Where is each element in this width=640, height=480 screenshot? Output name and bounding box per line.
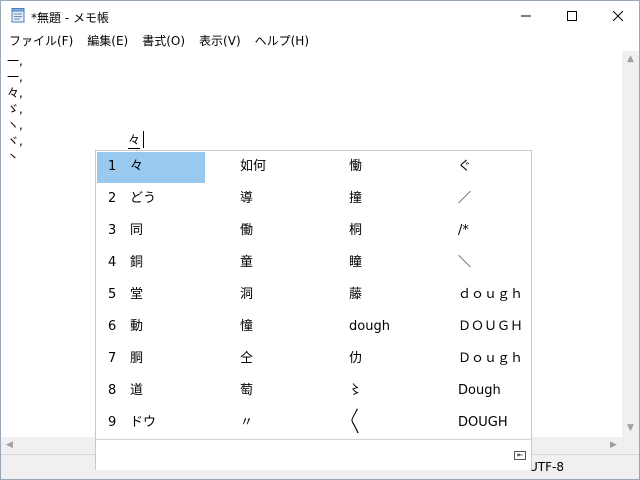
candidate-item[interactable]: 道	[130, 375, 143, 407]
editor-line: 丶	[7, 150, 20, 164]
maximize-button[interactable]	[549, 1, 595, 31]
candidate-item[interactable]: 銅	[130, 247, 143, 279]
editor-line: 一,	[7, 54, 23, 68]
candidate-item[interactable]: ぐ	[458, 151, 471, 183]
window-title: *無題 - メモ帳	[31, 11, 109, 25]
ime-candidate-window[interactable]: 1 2 3 4 5 6 7 8 9 々 どう 同 銅 堂 動 胴 道 ドウ 如何…	[95, 150, 532, 470]
candidate-item[interactable]: 同	[130, 215, 143, 247]
candidate-number: 3	[108, 223, 117, 238]
candidate-item[interactable]: 瞳	[349, 247, 362, 279]
candidate-item[interactable]: 憧	[240, 311, 253, 343]
candidate-item[interactable]: 慟	[349, 151, 362, 183]
candidate-item[interactable]: 仝	[240, 343, 253, 375]
candidate-item[interactable]: ｄｏｕｇｈ	[458, 279, 523, 311]
candidate-item[interactable]: 胴	[130, 343, 143, 375]
scroll-right-icon[interactable]: ▶	[605, 437, 622, 454]
encoding-label: UTF-8	[529, 460, 564, 474]
candidate-item[interactable]: 動	[130, 311, 143, 343]
editor-line: 々,	[7, 86, 23, 100]
candidate-item[interactable]: /*	[458, 215, 469, 247]
candidate-item[interactable]: 堂	[130, 279, 143, 311]
candidate-footer: ⇤	[96, 439, 531, 470]
menu-file[interactable]: ファイル(F)	[1, 31, 80, 51]
menu-help[interactable]: ヘルプ(H)	[248, 31, 316, 51]
close-button[interactable]	[595, 1, 640, 31]
candidate-item[interactable]: DOUGH	[458, 407, 508, 439]
menu-format[interactable]: 書式(O)	[135, 31, 192, 51]
candidate-item[interactable]: 働	[240, 215, 253, 247]
candidate-item[interactable]: 童	[240, 247, 253, 279]
menu-edit[interactable]: 編集(E)	[80, 31, 135, 51]
candidate-item[interactable]: 〃	[240, 407, 253, 439]
close-icon	[613, 11, 623, 21]
candidate-item[interactable]: 萄	[240, 375, 253, 407]
maximize-icon	[567, 11, 577, 21]
scroll-up-icon[interactable]: ▲	[622, 51, 639, 68]
notepad-window: *無題 - メモ帳 ファイル(F) 編集(E) 書式(O) 表示(V) ヘルプ(…	[0, 0, 640, 480]
scrollbar-corner	[622, 437, 639, 454]
candidate-item[interactable]: 〱	[349, 407, 362, 439]
candidate-item[interactable]: dough	[349, 311, 390, 343]
candidate-item[interactable]: 桐	[349, 215, 362, 247]
candidate-number: 4	[108, 255, 117, 270]
candidate-item[interactable]: 導	[240, 183, 253, 215]
candidate-item[interactable]: ドウ	[130, 407, 156, 439]
candidate-item[interactable]: Ｄｏｕｇｈ	[458, 343, 523, 375]
candidate-number: 5	[108, 287, 117, 302]
editor-line: 一,	[7, 70, 23, 84]
candidate-item[interactable]: 如何	[240, 151, 266, 183]
candidate-item[interactable]: 撞	[349, 183, 362, 215]
text-caret	[143, 131, 144, 148]
minimize-button[interactable]	[503, 1, 549, 31]
candidate-number: 6	[108, 319, 117, 334]
candidate-item[interactable]: ／	[458, 183, 471, 215]
candidate-item[interactable]: Dough	[458, 375, 501, 407]
vertical-scrollbar[interactable]: ▲ ▼	[622, 51, 639, 437]
scroll-down-icon[interactable]: ▼	[622, 420, 639, 437]
scroll-left-icon[interactable]: ◀	[1, 437, 18, 454]
candidate-item[interactable]: 洞	[240, 279, 253, 311]
candidate-number: 2	[108, 191, 117, 206]
notepad-icon	[11, 8, 25, 23]
candidate-item[interactable]: どう	[130, 183, 156, 215]
editor-line: ヽ,	[7, 118, 23, 132]
editor-line: ゞ,	[7, 102, 23, 116]
candidate-item[interactable]: ＼	[458, 247, 471, 279]
candidate-item[interactable]: 々	[130, 151, 143, 183]
candidate-number: 8	[108, 383, 117, 398]
candidate-number: 7	[108, 351, 117, 366]
candidate-item[interactable]: ＤＯＵＧＨ	[458, 311, 523, 343]
candidate-number: 1	[108, 159, 117, 174]
ime-composition-text: 々	[128, 133, 141, 149]
menu-bar: ファイル(F) 編集(E) 書式(O) 表示(V) ヘルプ(H)	[1, 31, 639, 51]
menu-view[interactable]: 表示(V)	[192, 31, 248, 51]
minimize-icon	[521, 15, 531, 17]
editor-line: ヾ,	[7, 134, 23, 148]
expand-table-icon[interactable]: ⇤	[514, 451, 526, 460]
candidate-item[interactable]: 藤	[349, 279, 362, 311]
candidate-item[interactable]: 仂	[349, 343, 362, 375]
candidate-item[interactable]: 〻	[349, 375, 362, 407]
title-bar[interactable]: *無題 - メモ帳	[1, 1, 639, 31]
candidate-number: 9	[108, 415, 117, 430]
